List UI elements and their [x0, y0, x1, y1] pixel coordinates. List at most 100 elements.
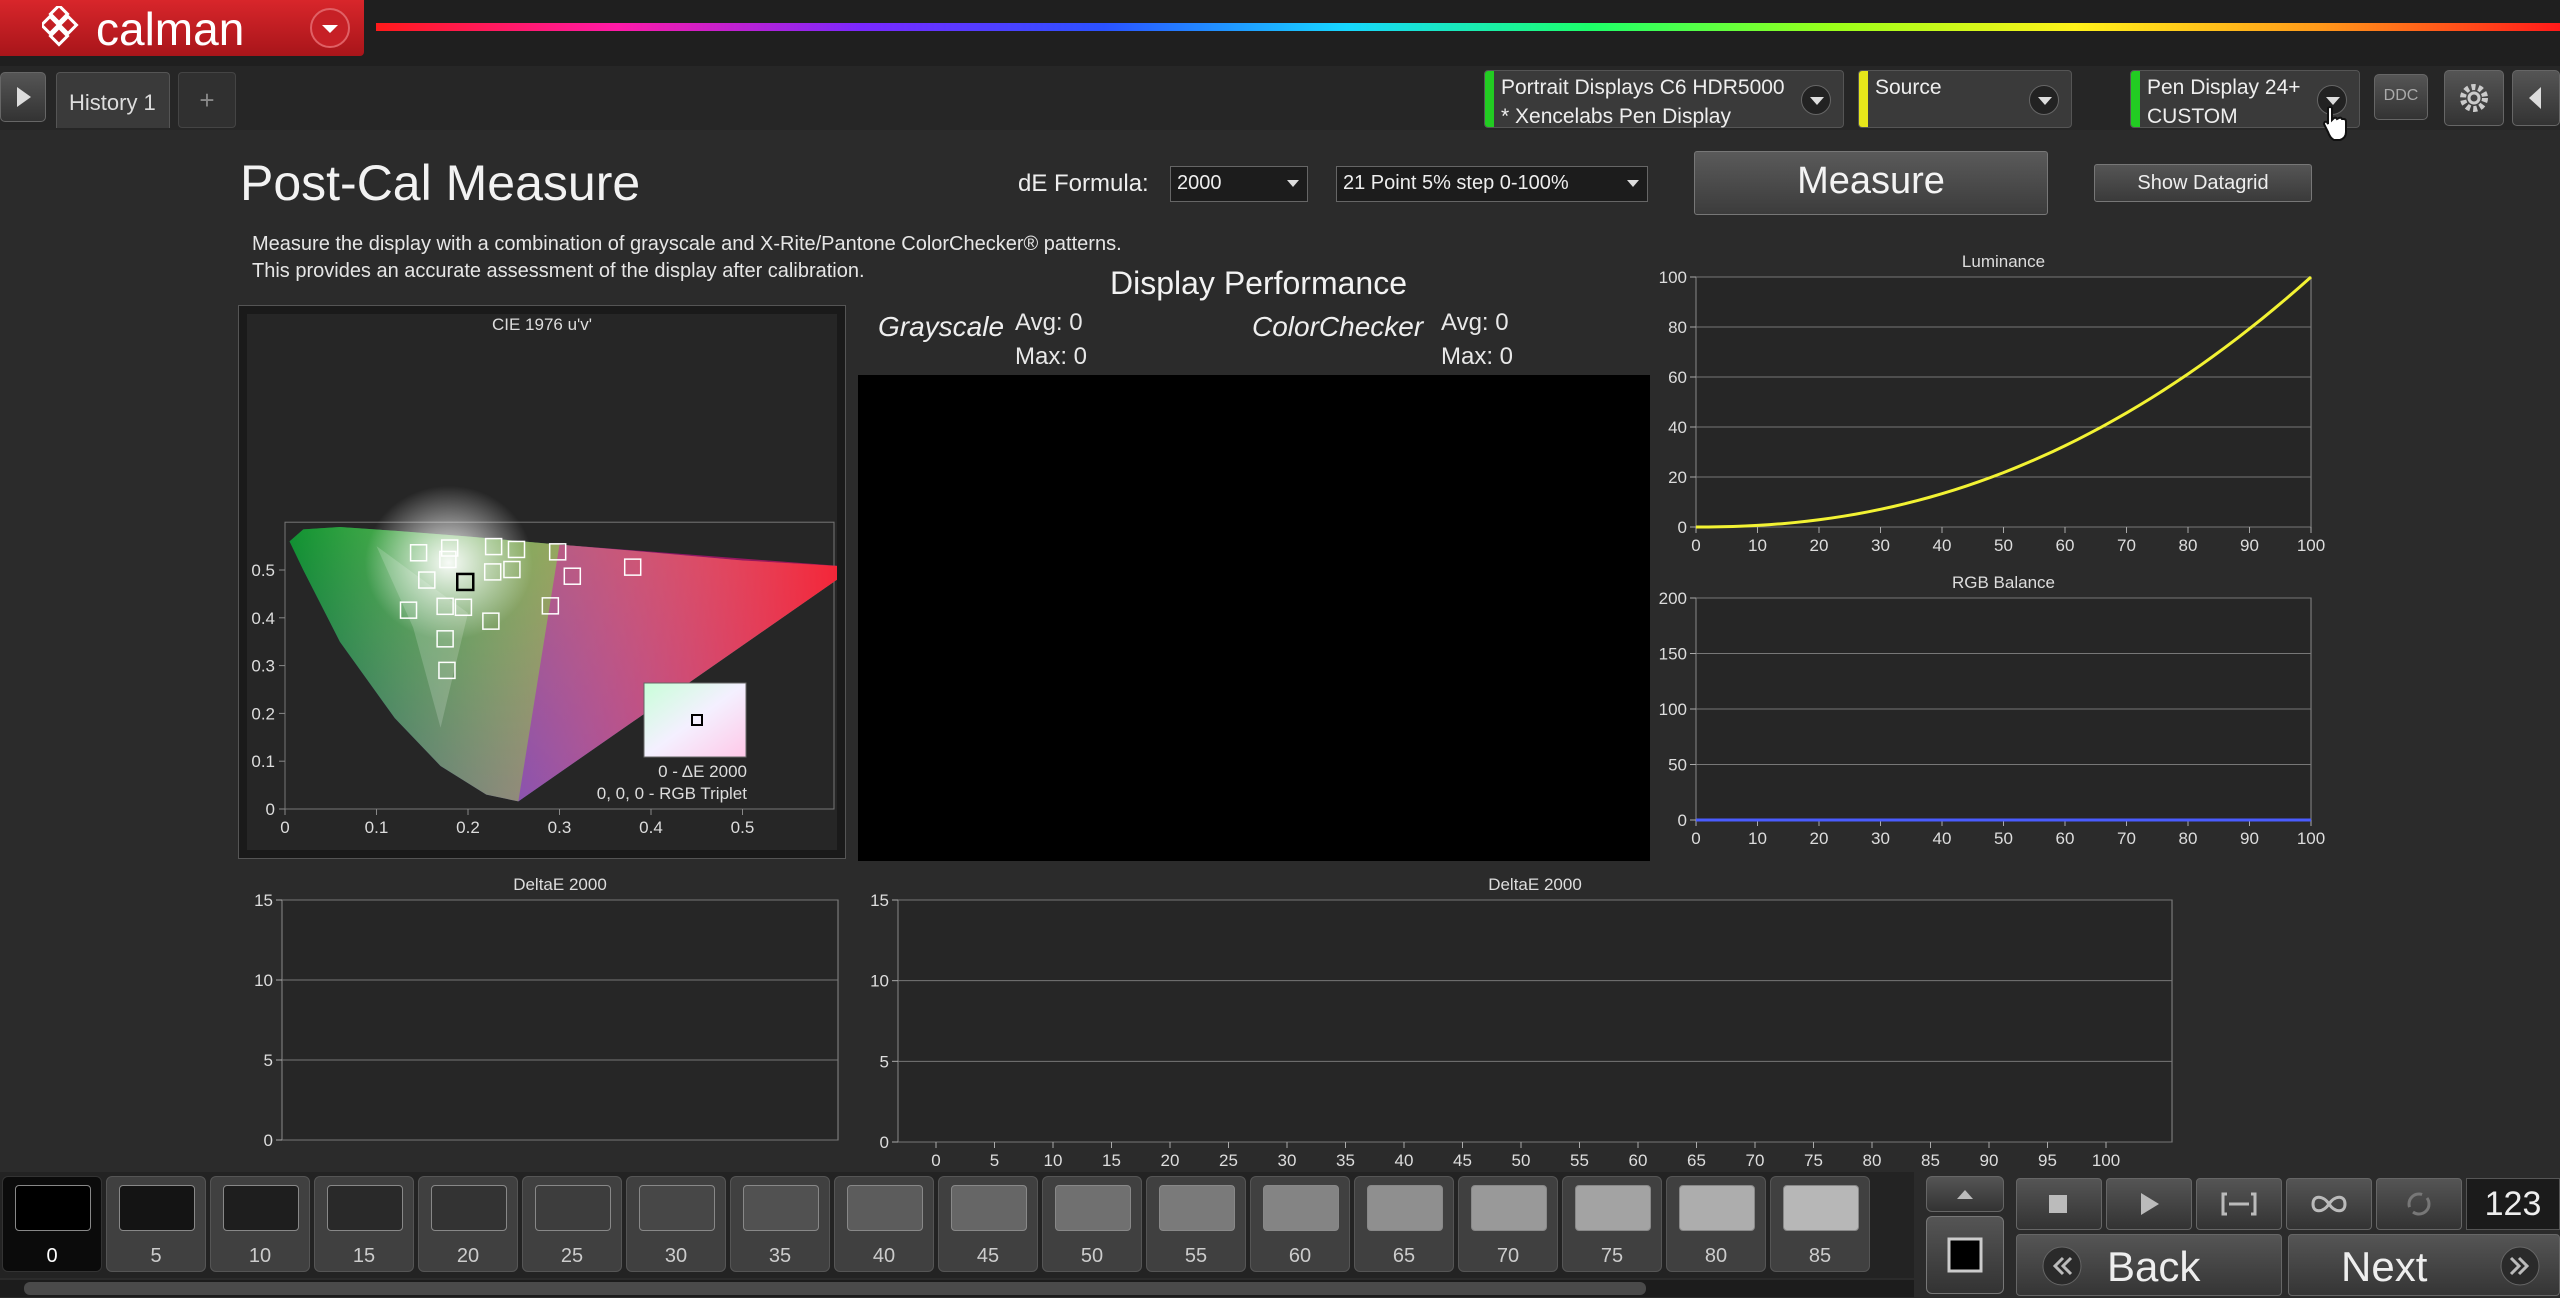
- patch-swatch: [15, 1185, 91, 1231]
- patch-20[interactable]: 20: [418, 1176, 518, 1272]
- patch-25[interactable]: 25: [522, 1176, 622, 1272]
- patch-label: 65: [1392, 1245, 1416, 1267]
- gear-icon: [2460, 84, 2488, 112]
- patch-label: 75: [1600, 1245, 1624, 1267]
- x-tick-label: 35: [1336, 1151, 1355, 1170]
- y-tick-label: 200: [1659, 589, 1687, 608]
- cie-rgb-readout: 0, 0, 0 - RGB Triplet: [597, 784, 747, 803]
- measure-button[interactable]: Measure: [1694, 151, 2048, 215]
- patch-40[interactable]: 40: [834, 1176, 934, 1272]
- x-tick-label: 100: [2297, 536, 2325, 555]
- x-tick-label: 70: [2117, 829, 2136, 848]
- patch-swatch: [1783, 1185, 1859, 1231]
- patch-5[interactable]: 5: [106, 1176, 206, 1272]
- stop-icon: [2049, 1195, 2067, 1213]
- y-tick-label: 0: [1678, 518, 1687, 537]
- y-tick-label: 0.4: [251, 609, 275, 628]
- x-tick-label: 30: [1278, 1151, 1297, 1170]
- patch-label: 35: [768, 1245, 792, 1267]
- patch-30[interactable]: 30: [626, 1176, 726, 1272]
- stop-button[interactable]: [2016, 1178, 2102, 1230]
- patch-65[interactable]: 65: [1354, 1176, 1454, 1272]
- scrollbar-thumb[interactable]: [24, 1282, 1646, 1295]
- y-tick-label: 0.1: [251, 752, 275, 771]
- de-formula-select[interactable]: 2000: [1170, 166, 1308, 202]
- x-tick-label: 10: [1748, 829, 1767, 848]
- patch-15[interactable]: 15: [314, 1176, 414, 1272]
- patch-swatch: [327, 1185, 403, 1231]
- collapse-panel-button[interactable]: [2512, 70, 2560, 126]
- x-tick-label: 30: [1871, 536, 1890, 555]
- patch-75[interactable]: 75: [1562, 1176, 1662, 1272]
- patch-swatch: [1159, 1185, 1235, 1231]
- y-tick-label: 80: [1668, 318, 1687, 337]
- x-tick-label: 75: [1804, 1151, 1823, 1170]
- patch-85[interactable]: 85: [1770, 1176, 1870, 1272]
- scroll-up-button[interactable]: [1926, 1176, 2004, 1212]
- ddc-button[interactable]: DDC: [2374, 74, 2428, 120]
- back-button[interactable]: Back: [2016, 1234, 2282, 1296]
- patch-label: 10: [248, 1245, 272, 1267]
- patch-55[interactable]: 55: [1146, 1176, 1246, 1272]
- patch-display-button[interactable]: [1926, 1216, 2004, 1294]
- x-tick-label: 20: [1810, 829, 1829, 848]
- fit-range-button[interactable]: [2196, 1178, 2282, 1230]
- x-tick-label: 40: [1395, 1151, 1414, 1170]
- loop-button[interactable]: [2286, 1178, 2372, 1230]
- chevron-down-icon[interactable]: [2029, 85, 2059, 115]
- patch-swatch: [1679, 1185, 1755, 1231]
- add-tab-button[interactable]: +: [178, 72, 236, 128]
- double-chevron-right-icon: [2500, 1246, 2540, 1286]
- back-label: Back: [2107, 1243, 2201, 1290]
- patch-70[interactable]: 70: [1458, 1176, 1558, 1272]
- meter-selector[interactable]: Portrait Displays C6 HDR5000 * Xencelabs…: [1484, 70, 1844, 128]
- chart-title: DeltaE 2000: [513, 875, 607, 894]
- calman-logo[interactable]: calman: [0, 0, 364, 56]
- grayscale-max: Max: 0: [1015, 343, 1088, 370]
- patch-swatch: [119, 1185, 195, 1231]
- colorchecker-label: ColorChecker: [1252, 311, 1424, 342]
- chevron-down-icon[interactable]: [1801, 85, 1831, 115]
- workflow-nav-button[interactable]: [0, 72, 46, 122]
- patch-45[interactable]: 45: [938, 1176, 1038, 1272]
- x-tick-label: 70: [2117, 536, 2136, 555]
- patch-label: 5: [150, 1245, 162, 1267]
- refresh-button[interactable]: [2376, 1178, 2462, 1230]
- grayscale-label: Grayscale: [878, 311, 1005, 342]
- show-datagrid-button[interactable]: Show Datagrid: [2094, 164, 2312, 202]
- x-tick-label: 60: [1629, 1151, 1648, 1170]
- x-tick-label: 100: [2297, 829, 2325, 848]
- cie-spectral-locus: [289, 479, 856, 802]
- patch-35[interactable]: 35: [730, 1176, 830, 1272]
- patch-0[interactable]: 0: [2, 1176, 102, 1272]
- settings-button[interactable]: [2444, 70, 2504, 126]
- pattern-set-select[interactable]: 21 Point 5% step 0-100%: [1336, 166, 1648, 202]
- patch-label: 30: [664, 1245, 688, 1267]
- app-name: calman: [96, 3, 245, 55]
- patch-80[interactable]: 80: [1666, 1176, 1766, 1272]
- tab-history-1[interactable]: History 1: [56, 72, 170, 128]
- x-tick-label: 0.2: [456, 818, 480, 837]
- chart-title: DeltaE 2000: [1488, 875, 1582, 894]
- patch-swatch: [223, 1185, 299, 1231]
- stop-icon: [1947, 1237, 1983, 1273]
- frame-counter: 123: [2466, 1178, 2560, 1230]
- x-tick-label: 40: [1933, 536, 1952, 555]
- performance-display-area: [858, 375, 1650, 861]
- play-button[interactable]: [2106, 1178, 2192, 1230]
- source-selector[interactable]: Source: [1858, 70, 2072, 128]
- next-button[interactable]: Next: [2288, 1234, 2560, 1296]
- x-tick-label: 50: [1994, 829, 2013, 848]
- app-menu-button[interactable]: [310, 8, 350, 48]
- ddc-label: DDC: [2383, 87, 2419, 104]
- patch-10[interactable]: 10: [210, 1176, 310, 1272]
- x-tick-label: 0.1: [365, 818, 389, 837]
- y-tick-label: 0: [1678, 811, 1687, 830]
- patch-label: 50: [1080, 1245, 1104, 1267]
- patch-50[interactable]: 50: [1042, 1176, 1142, 1272]
- cie-diagram[interactable]: 0 0.1 0.2 0.3 0.4 0.5 0 0.1 0.2 0.3 0.4 0.5 0 - ΔE …: [247, 314, 856, 850]
- chevron-down-icon: [322, 25, 338, 33]
- patch-60[interactable]: 60: [1250, 1176, 1350, 1272]
- plot-area: [281, 899, 839, 1141]
- y-tick-label: 5: [880, 1052, 889, 1071]
